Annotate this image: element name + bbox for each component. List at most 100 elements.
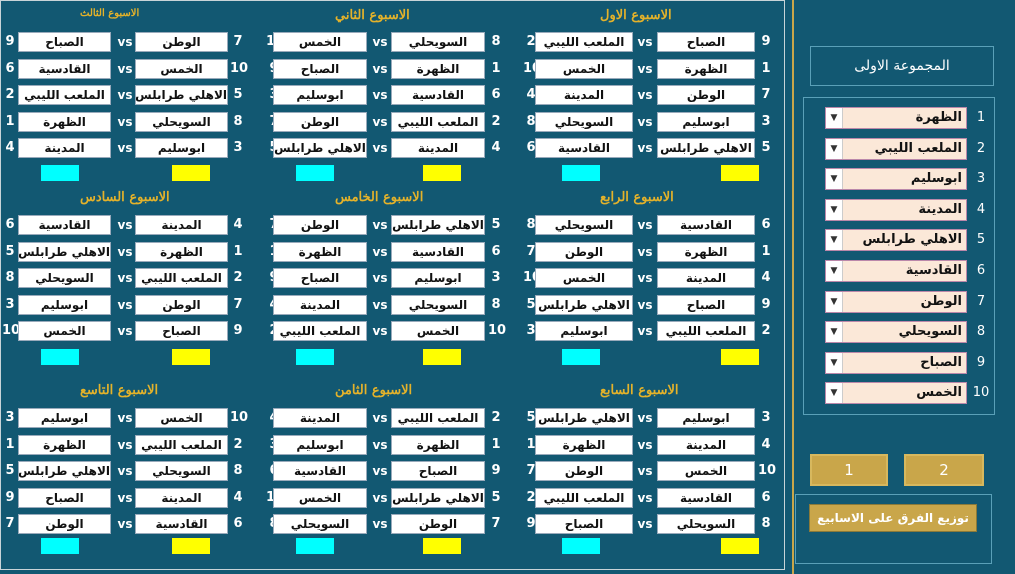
home-team-field[interactable]: الظهرة [135,241,228,262]
home-team-field[interactable]: الوطن [657,85,755,105]
away-team-field[interactable]: القادسية [18,215,111,235]
home-team-field[interactable]: الصباح [657,32,755,52]
home-team-field[interactable]: الملعب الليبي [391,111,485,132]
home-team-field[interactable]: الاهلي طرابلس [391,215,485,235]
away-team-field[interactable]: الظهرة [273,241,367,262]
away-team-field[interactable]: الملعب الليبي [535,487,633,508]
away-team-field[interactable]: الخمس [273,487,367,508]
team-select-4[interactable]: ▼ المدينة [825,198,967,221]
home-team-field[interactable]: الظهرة [657,58,755,79]
away-team-field[interactable]: السويحلي [18,268,111,288]
away-team-field[interactable]: ابوسليم [273,434,367,455]
home-team-field[interactable]: ابوسليم [135,138,228,158]
home-team-field[interactable]: الملعب الليبي [135,268,228,288]
away-team-field[interactable]: السويحلي [535,111,633,132]
away-team-field[interactable]: السويحلي [273,514,367,534]
home-team-field[interactable]: ابوسليم [391,268,485,288]
team-select-10[interactable]: ▼ الخمس [825,382,967,405]
home-team-field[interactable]: ابوسليم [657,408,755,428]
home-team-field[interactable]: السويحلي [135,461,228,481]
away-team-field[interactable]: الخمس [18,321,111,341]
team-select-7[interactable]: ▼ الوطن [825,290,967,313]
away-team-field[interactable]: ابوسليم [273,85,367,105]
away-team-field[interactable]: الظهرة [18,434,111,455]
chevron-down-icon[interactable]: ▼ [826,169,843,190]
away-team-field[interactable]: الوطن [18,514,111,534]
home-team-field[interactable]: القادسية [657,215,755,235]
away-team-field[interactable]: الخمس [535,58,633,79]
home-team-field[interactable]: الصباح [135,321,228,341]
chevron-down-icon[interactable]: ▼ [826,383,843,404]
away-team-field[interactable]: الملعب الليبي [18,85,111,105]
team-select-1[interactable]: ▼ الظهرة [825,107,967,129]
away-team-field[interactable]: الصباح [273,58,367,79]
group-2-button[interactable]: 2 [904,454,984,486]
chevron-down-icon[interactable]: ▼ [826,230,843,251]
distribute-teams-button[interactable]: توزيع الفرق على الاسابيع [809,504,977,532]
home-team-field[interactable]: السويحلي [657,514,755,534]
home-team-field[interactable]: الوطن [391,514,485,534]
home-team-field[interactable]: ابوسليم [657,111,755,132]
away-team-field[interactable]: الوطن [535,461,633,481]
team-select-3[interactable]: ▼ ابوسليم [825,168,967,191]
home-team-field[interactable]: الاهلي طرابلس [135,85,228,105]
home-team-field[interactable]: المدينة [135,215,228,235]
away-team-field[interactable]: الوطن [535,241,633,262]
away-team-field[interactable]: الاهلي طرابلس [535,294,633,315]
away-team-field[interactable]: الاهلي طرابلس [535,408,633,428]
home-team-field[interactable]: الظهرة [391,434,485,455]
home-team-field[interactable]: الوطن [135,32,228,52]
home-team-field[interactable]: الظهرة [657,241,755,262]
away-team-field[interactable]: المدينة [18,138,111,158]
chevron-down-icon[interactable]: ▼ [826,291,843,312]
home-team-field[interactable]: الصباح [657,294,755,315]
away-team-field[interactable]: الوطن [273,111,367,132]
home-team-field[interactable]: الخمس [391,321,485,341]
home-team-field[interactable]: القادسية [135,514,228,534]
home-team-field[interactable]: القادسية [657,487,755,508]
home-team-field[interactable]: الخمس [135,58,228,79]
chevron-down-icon[interactable]: ▼ [826,138,843,159]
home-team-field[interactable]: الصباح [391,461,485,481]
home-team-field[interactable]: الاهلي طرابلس [391,487,485,508]
home-team-field[interactable]: الاهلي طرابلس [657,138,755,158]
home-team-field[interactable]: الملعب الليبي [657,321,755,341]
home-team-field[interactable]: المدينة [657,268,755,288]
chevron-down-icon[interactable]: ▼ [826,199,843,220]
chevron-down-icon[interactable]: ▼ [826,322,843,343]
chevron-down-icon[interactable]: ▼ [826,108,843,128]
home-team-field[interactable]: المدينة [135,487,228,508]
home-team-field[interactable]: السويحلي [391,294,485,315]
team-select-6[interactable]: ▼ القادسية [825,260,967,282]
away-team-field[interactable]: القادسية [18,58,111,79]
team-select-8[interactable]: ▼ السويحلي [825,321,967,344]
away-team-field[interactable]: القادسية [535,138,633,158]
away-team-field[interactable]: ابوسليم [535,321,633,341]
home-team-field[interactable]: القادسية [391,85,485,105]
away-team-field[interactable]: ابوسليم [18,408,111,428]
home-team-field[interactable]: المدينة [657,434,755,455]
home-team-field[interactable]: الخمس [657,461,755,481]
away-team-field[interactable]: الاهلي طرابلس [273,138,367,158]
away-team-field[interactable]: الوطن [273,215,367,235]
away-team-field[interactable]: الخمس [273,32,367,52]
home-team-field[interactable]: السويحلي [135,111,228,132]
home-team-field[interactable]: السويحلي [391,32,485,52]
team-select-2[interactable]: ▼ الملعب الليبي [825,137,967,160]
away-team-field[interactable]: الاهلي طرابلس [18,461,111,481]
away-team-field[interactable]: الملعب الليبي [535,32,633,52]
home-team-field[interactable]: القادسية [391,241,485,262]
home-team-field[interactable]: المدينة [391,138,485,158]
away-team-field[interactable]: الصباح [18,32,111,52]
away-team-field[interactable]: القادسية [273,461,367,481]
away-team-field[interactable]: ابوسليم [18,294,111,315]
team-select-5[interactable]: ▼ الاهلي طرابلس [825,229,967,252]
home-team-field[interactable]: الظهرة [391,58,485,79]
away-team-field[interactable]: المدينة [273,408,367,428]
home-team-field[interactable]: الملعب الليبي [135,434,228,455]
home-team-field[interactable]: الوطن [135,294,228,315]
away-team-field[interactable]: الملعب الليبي [273,321,367,341]
away-team-field[interactable]: الصباح [535,514,633,534]
chevron-down-icon[interactable]: ▼ [826,261,843,281]
away-team-field[interactable]: المدينة [535,85,633,105]
